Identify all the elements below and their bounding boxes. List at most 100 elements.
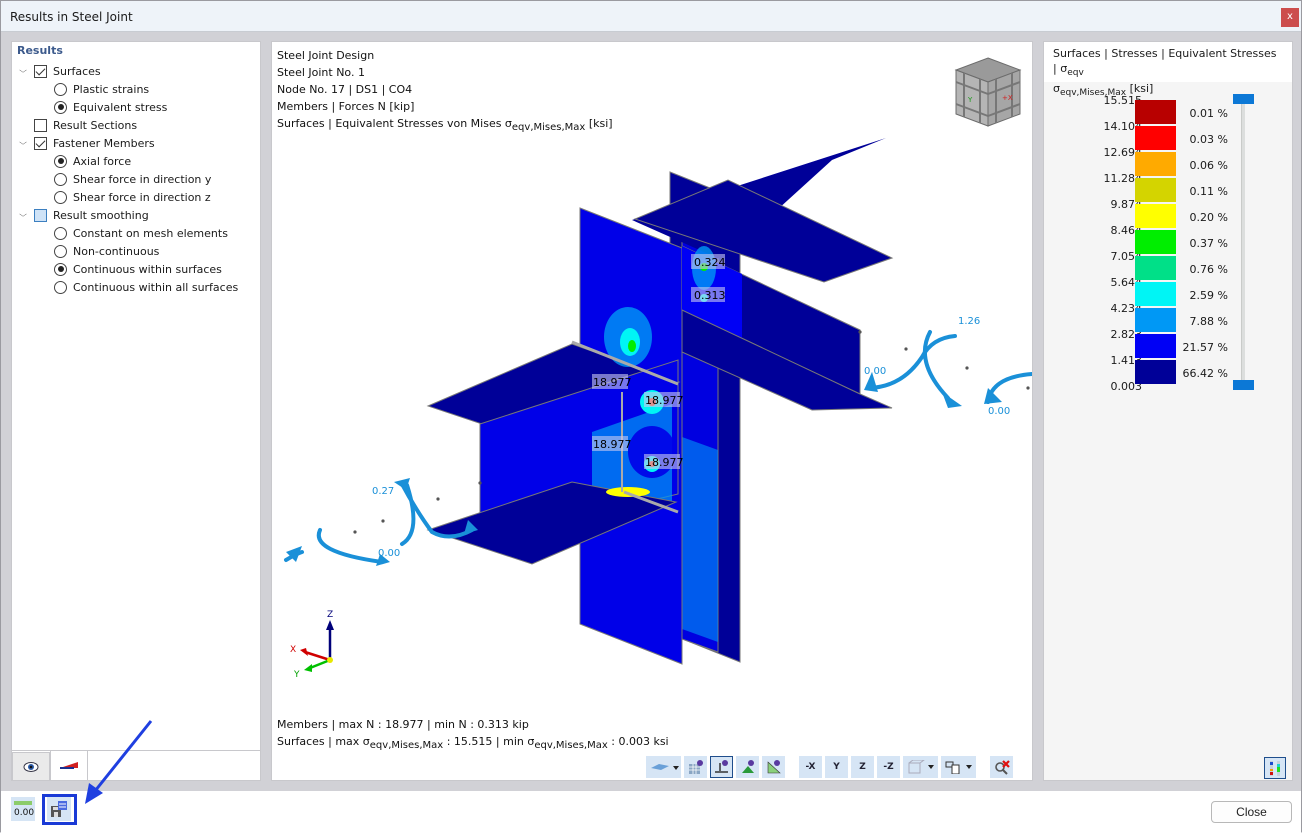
radio-button[interactable] [54, 262, 67, 276]
decimal-places-button[interactable]: 0.00 [11, 797, 35, 821]
legend-color-band [1135, 360, 1176, 384]
summary-members: Members | max N : 18.977 | min N : 0.313… [277, 718, 529, 731]
chevron-down-icon[interactable]: ⌵ [17, 211, 29, 219]
tree-item[interactable]: Equivalent stress [54, 98, 167, 116]
tree-item[interactable]: Shear force in direction z [54, 188, 211, 206]
load-view-button[interactable] [736, 756, 759, 778]
legend-percent: 0.03 % [1189, 133, 1228, 146]
legend-color-band [1135, 282, 1176, 306]
results-dialog: Results in Steel Joint x Results ⌵ Surfac… [0, 0, 1302, 833]
tree-item-label: Result smoothing [53, 208, 149, 222]
render-mode-dropdown[interactable] [903, 756, 938, 778]
checkbox[interactable] [34, 118, 47, 132]
results-navigator: Results ⌵ Surfaces Plastic strains Equivale… [11, 41, 261, 781]
close-button[interactable]: Close [1211, 801, 1292, 823]
surface-icon [650, 764, 679, 770]
legend-percent: 2.59 % [1189, 289, 1228, 302]
tree-item[interactable]: Shear force in direction y [54, 170, 211, 188]
viewport-toolbar: -X Y Z -Z [646, 755, 1013, 779]
legend-percent: 0.11 % [1189, 185, 1228, 198]
view-z-button[interactable]: Z [851, 756, 874, 778]
tree-item-label: Shear force in direction y [73, 172, 212, 186]
tree-item-label: Shear force in direction z [73, 190, 211, 204]
tree-item[interactable]: ⌵ Fastener Members [17, 134, 155, 152]
tree-item[interactable]: Non-continuous [54, 242, 159, 260]
support-eye-icon [714, 760, 728, 773]
print-icon [945, 761, 972, 774]
tree-item[interactable]: Constant on mesh elements [54, 224, 228, 242]
legend-value: 7.054 [1110, 250, 1143, 263]
summary-surfaces: Surfaces | max σeqv,Mises,Max : 15.515 |… [277, 735, 669, 751]
radio-button[interactable] [54, 280, 67, 294]
svg-text:18.977: 18.977 [645, 394, 684, 407]
member-value-label: 18.977 [644, 454, 684, 469]
viewport-summary: Members | max N : 18.977 | min N : 0.313… [277, 716, 669, 754]
print-dropdown[interactable] [941, 756, 976, 778]
tree-item[interactable]: ⌵ Surfaces [17, 62, 101, 80]
legend-title: Surfaces | Stresses | Equivalent Stresse… [1044, 42, 1292, 98]
legend-percent: 0.06 % [1189, 159, 1228, 172]
display-surfaces-dropdown[interactable] [646, 756, 681, 778]
svg-text:X: X [290, 645, 296, 655]
legend-value: 8.464 [1110, 224, 1143, 237]
legend-percent: 0.20 % [1189, 211, 1228, 224]
legend-color-band [1135, 230, 1176, 254]
legend-percent: 0.37 % [1189, 237, 1228, 250]
radio-button[interactable] [54, 190, 67, 204]
tree-item-label: Non-continuous [73, 244, 160, 258]
radio-button[interactable] [54, 172, 67, 186]
legend-value: 9.874 [1110, 198, 1143, 211]
reset-view-button[interactable] [990, 756, 1013, 778]
moment-value-label: 0.00 [864, 366, 886, 377]
legend-range-slider[interactable] [1241, 98, 1245, 388]
svg-text:18.977: 18.977 [645, 456, 684, 469]
view-y-button[interactable]: Y [825, 756, 848, 778]
mesh-view-button[interactable] [684, 756, 707, 778]
axis-triad-icon: Z X Y [290, 610, 334, 680]
legend-color-band [1135, 256, 1176, 280]
moment-value-label: 1.26 [958, 316, 980, 327]
checkbox[interactable] [34, 136, 47, 150]
tree-item[interactable]: ⌵ Result smoothing [17, 206, 149, 224]
tab-display[interactable] [12, 752, 50, 780]
slider-handle-max[interactable] [1233, 94, 1254, 104]
legend-value: 1.413 [1110, 354, 1143, 367]
legend-settings-button[interactable] [1264, 757, 1286, 779]
checkbox[interactable] [34, 64, 47, 78]
tab-color-scale[interactable] [50, 750, 88, 780]
legend-value: 0.003 [1110, 380, 1143, 393]
tree-item[interactable]: Axial force [54, 152, 131, 170]
tree-item[interactable]: Plastic strains [54, 80, 149, 98]
title-bar: Results in Steel Joint x [1, 1, 1301, 32]
chevron-down-icon[interactable]: ⌵ [17, 67, 29, 75]
view-minus-z-button[interactable]: -Z [877, 756, 900, 778]
window-close-button[interactable]: x [1281, 8, 1299, 27]
steel-joint-model[interactable]: 0.324 0.313 18.977 18.977 18.977 18.977 [272, 42, 1033, 781]
chevron-down-icon[interactable]: ⌵ [17, 139, 29, 147]
tree-item[interactable]: Continuous within all surfaces [54, 278, 238, 296]
checkbox[interactable] [34, 208, 47, 222]
member-value-label: 18.977 [644, 392, 684, 407]
member-value-label: 0.324 [691, 254, 726, 269]
moment-value-label: 0.27 [372, 486, 394, 497]
legend-color-band [1135, 334, 1176, 358]
radio-button[interactable] [54, 226, 67, 240]
radio-button[interactable] [54, 154, 67, 168]
radio-button[interactable] [54, 82, 67, 96]
3d-viewport[interactable]: Steel Joint Design Steel Joint No. 1 Nod… [271, 41, 1033, 781]
slider-handle-min[interactable] [1233, 380, 1254, 390]
load-eye-icon [741, 760, 754, 773]
legend-value: 2.823 [1110, 328, 1143, 341]
view-minus-x-button[interactable]: -X [799, 756, 822, 778]
radio-button[interactable] [54, 100, 67, 114]
window-title: Results in Steel Joint [10, 10, 133, 24]
tree-item[interactable]: Result Sections [17, 116, 137, 134]
legend-value: 5.644 [1110, 276, 1143, 289]
results-heading: Results [17, 44, 63, 57]
tree-item[interactable]: Continuous within surfaces [54, 260, 222, 278]
dimension-view-button[interactable] [762, 756, 785, 778]
legend-color-band [1135, 204, 1176, 228]
support-view-button[interactable] [710, 756, 733, 778]
radio-button[interactable] [54, 244, 67, 258]
